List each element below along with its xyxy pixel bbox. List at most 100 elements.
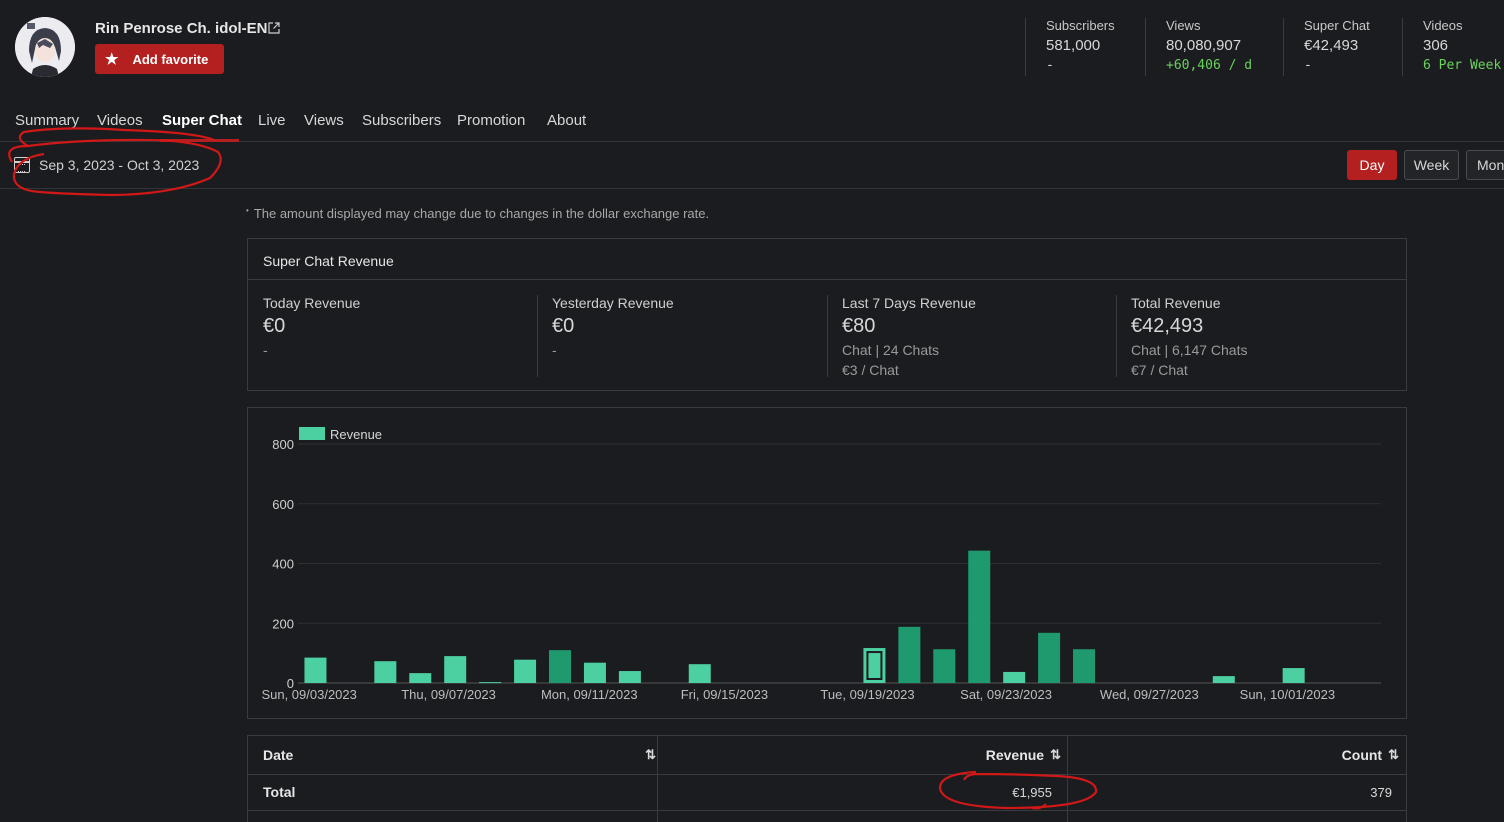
chart-bar [688, 664, 711, 683]
revenue-column-header[interactable]: Revenue ⇅ [668, 736, 1061, 774]
chart-bar [933, 649, 956, 683]
x-tick-label: Sun, 09/03/2023 [261, 687, 356, 702]
legend-label: Revenue [330, 427, 382, 442]
divider [827, 295, 828, 377]
x-tick-label: Thu, 09/07/2023 [401, 687, 496, 702]
chart-bar-inner [868, 653, 881, 678]
revenue-label: Today Revenue [263, 295, 361, 311]
revenue-per-chat: €3 / Chat [842, 362, 899, 378]
count-column-header[interactable]: Count ⇅ [1078, 736, 1399, 774]
date-range-text: Sep 3, 2023 - Oct 3, 2023 [39, 157, 200, 173]
revenue-chart-svg: 0200400600800Sun, 09/03/2023 Thu, 09/07/2… [261, 427, 1381, 702]
count-header-label: Count [1341, 747, 1383, 763]
revenue-detail: Chat | 24 Chats [842, 342, 940, 358]
today-revenue: Today Revenue €0 - [263, 295, 360, 358]
day-button[interactable]: Day [1347, 150, 1397, 180]
chart-bar [514, 659, 537, 683]
x-tick-label: Tue, 09/19/2023 [820, 687, 914, 702]
revenue-label: Total Revenue [1131, 295, 1221, 311]
x-tick-label: Mon, 09/11/2023 [541, 687, 638, 702]
chart-bar [444, 656, 467, 683]
x-tick-label: Sat, 09/23/2023 [960, 687, 1052, 702]
chart-bar [549, 650, 572, 683]
stat-sub: 6 Per Week [1423, 58, 1502, 73]
week-button[interactable]: Week [1404, 150, 1459, 180]
tab-videos[interactable]: Videos [97, 112, 143, 129]
stat-sub: - [1046, 58, 1054, 73]
chart-bar [1038, 632, 1061, 683]
chart-bar [479, 682, 502, 684]
chart-bar [374, 661, 397, 683]
revenue-value: €0 [552, 315, 575, 337]
add-favorite-label: Add favorite [132, 51, 209, 67]
calendar-icon [14, 157, 30, 173]
channel-avatar[interactable] [15, 17, 75, 77]
chart-bar [898, 626, 921, 683]
date-range-picker[interactable]: Sep 3, 2023 - Oct 3, 2023 [14, 157, 199, 173]
chart-bar [1003, 671, 1026, 683]
chart-bar [968, 550, 991, 683]
chart-bar [1282, 668, 1305, 683]
revenue-value: €0 [263, 315, 286, 337]
divider [1116, 295, 1117, 377]
tab-views[interactable]: Views [304, 112, 344, 129]
add-favorite-button[interactable]: ★ Add favorite [95, 44, 224, 74]
y-tick-label: 400 [272, 557, 294, 572]
y-tick-label: 600 [272, 497, 294, 512]
stat-sub: +60,406 / d [1166, 58, 1253, 73]
stat-value: 581,000 [1046, 37, 1101, 54]
total-row-revenue: €1,955 [1012, 784, 1052, 800]
sort-icon[interactable]: ⇅ [1388, 747, 1399, 763]
divider [537, 295, 538, 377]
sort-icon[interactable]: ⇅ [645, 747, 656, 763]
tab-about[interactable]: About [547, 112, 586, 129]
stat-super-chat: Super Chat €42,493 - [1283, 18, 1370, 76]
date-header-label: Date [263, 747, 294, 763]
total-row-label: Total [263, 784, 296, 800]
x-tick-label: Sun, 10/01/2023 [1240, 687, 1335, 702]
stat-label: Subscribers [1046, 18, 1115, 33]
revenue-detail: - [552, 342, 557, 358]
tab-promotion[interactable]: Promotion [457, 112, 525, 129]
stat-subscribers: Subscribers 581,000 - [1025, 18, 1115, 76]
y-tick-label: 800 [272, 437, 294, 452]
tab-subscribers[interactable]: Subscribers [362, 112, 441, 129]
revenue-detail: Chat | 6,147 Chats [1131, 342, 1248, 358]
tab-super-chat[interactable]: Super Chat [162, 112, 242, 129]
revenue-value: €80 [842, 315, 876, 337]
date-filter-bar: Sep 3, 2023 - Oct 3, 2023 Day Week Mon [0, 142, 1504, 189]
star-icon: ★ [105, 51, 119, 68]
row-divider [248, 810, 1406, 811]
revenue-table: Date ⇅ Revenue ⇅ Count ⇅ Total €1,955 37… [247, 735, 1407, 822]
month-button[interactable]: Mon [1466, 150, 1504, 180]
card-title: Super Chat Revenue [248, 239, 1406, 280]
nav-tabs: Summary Videos Super Chat Live Views Sub… [0, 108, 1504, 142]
last-7-days-revenue: Last 7 Days Revenue €80 Chat | 24 Chats … [842, 295, 976, 378]
legend-swatch [299, 427, 325, 440]
channel-name[interactable]: Rin Penrose Ch. idol-EN [95, 20, 268, 37]
revenue-header-label: Revenue [985, 747, 1045, 763]
total-revenue: Total Revenue €42,493 Chat | 6,147 Chats… [1131, 295, 1247, 378]
chart-bar [304, 657, 327, 683]
external-link-icon[interactable] [268, 22, 280, 34]
note-text: The amount displayed may change due to c… [253, 206, 710, 221]
total-row-count: 379 [1370, 784, 1392, 800]
stat-value: 306 [1423, 37, 1449, 54]
stat-label: Views [1166, 18, 1201, 33]
revenue-per-chat: €7 / Chat [1131, 362, 1188, 378]
stat-value: €42,493 [1304, 37, 1359, 54]
tab-live[interactable]: Live [258, 112, 286, 129]
channel-header: Rin Penrose Ch. idol-EN ★ Add favorite S… [0, 0, 1504, 100]
x-tick-label: Wed, 09/27/2023 [1100, 687, 1199, 702]
y-tick-label: 200 [272, 616, 294, 631]
exchange-rate-note: • The amount displayed may change due to … [246, 206, 710, 221]
date-column-header[interactable]: Date ⇅ [263, 736, 656, 774]
revenue-detail: - [263, 342, 268, 358]
revenue-value: €42,493 [1131, 315, 1204, 337]
tab-summary[interactable]: Summary [15, 112, 79, 129]
stat-sub: - [1304, 58, 1312, 73]
super-chat-revenue-card: Super Chat Revenue Today Revenue €0 - Ye… [247, 238, 1407, 391]
sort-icon[interactable]: ⇅ [1050, 747, 1061, 763]
chart-bar [1212, 676, 1235, 683]
stat-videos: Videos 306 6 Per Week [1402, 18, 1501, 76]
